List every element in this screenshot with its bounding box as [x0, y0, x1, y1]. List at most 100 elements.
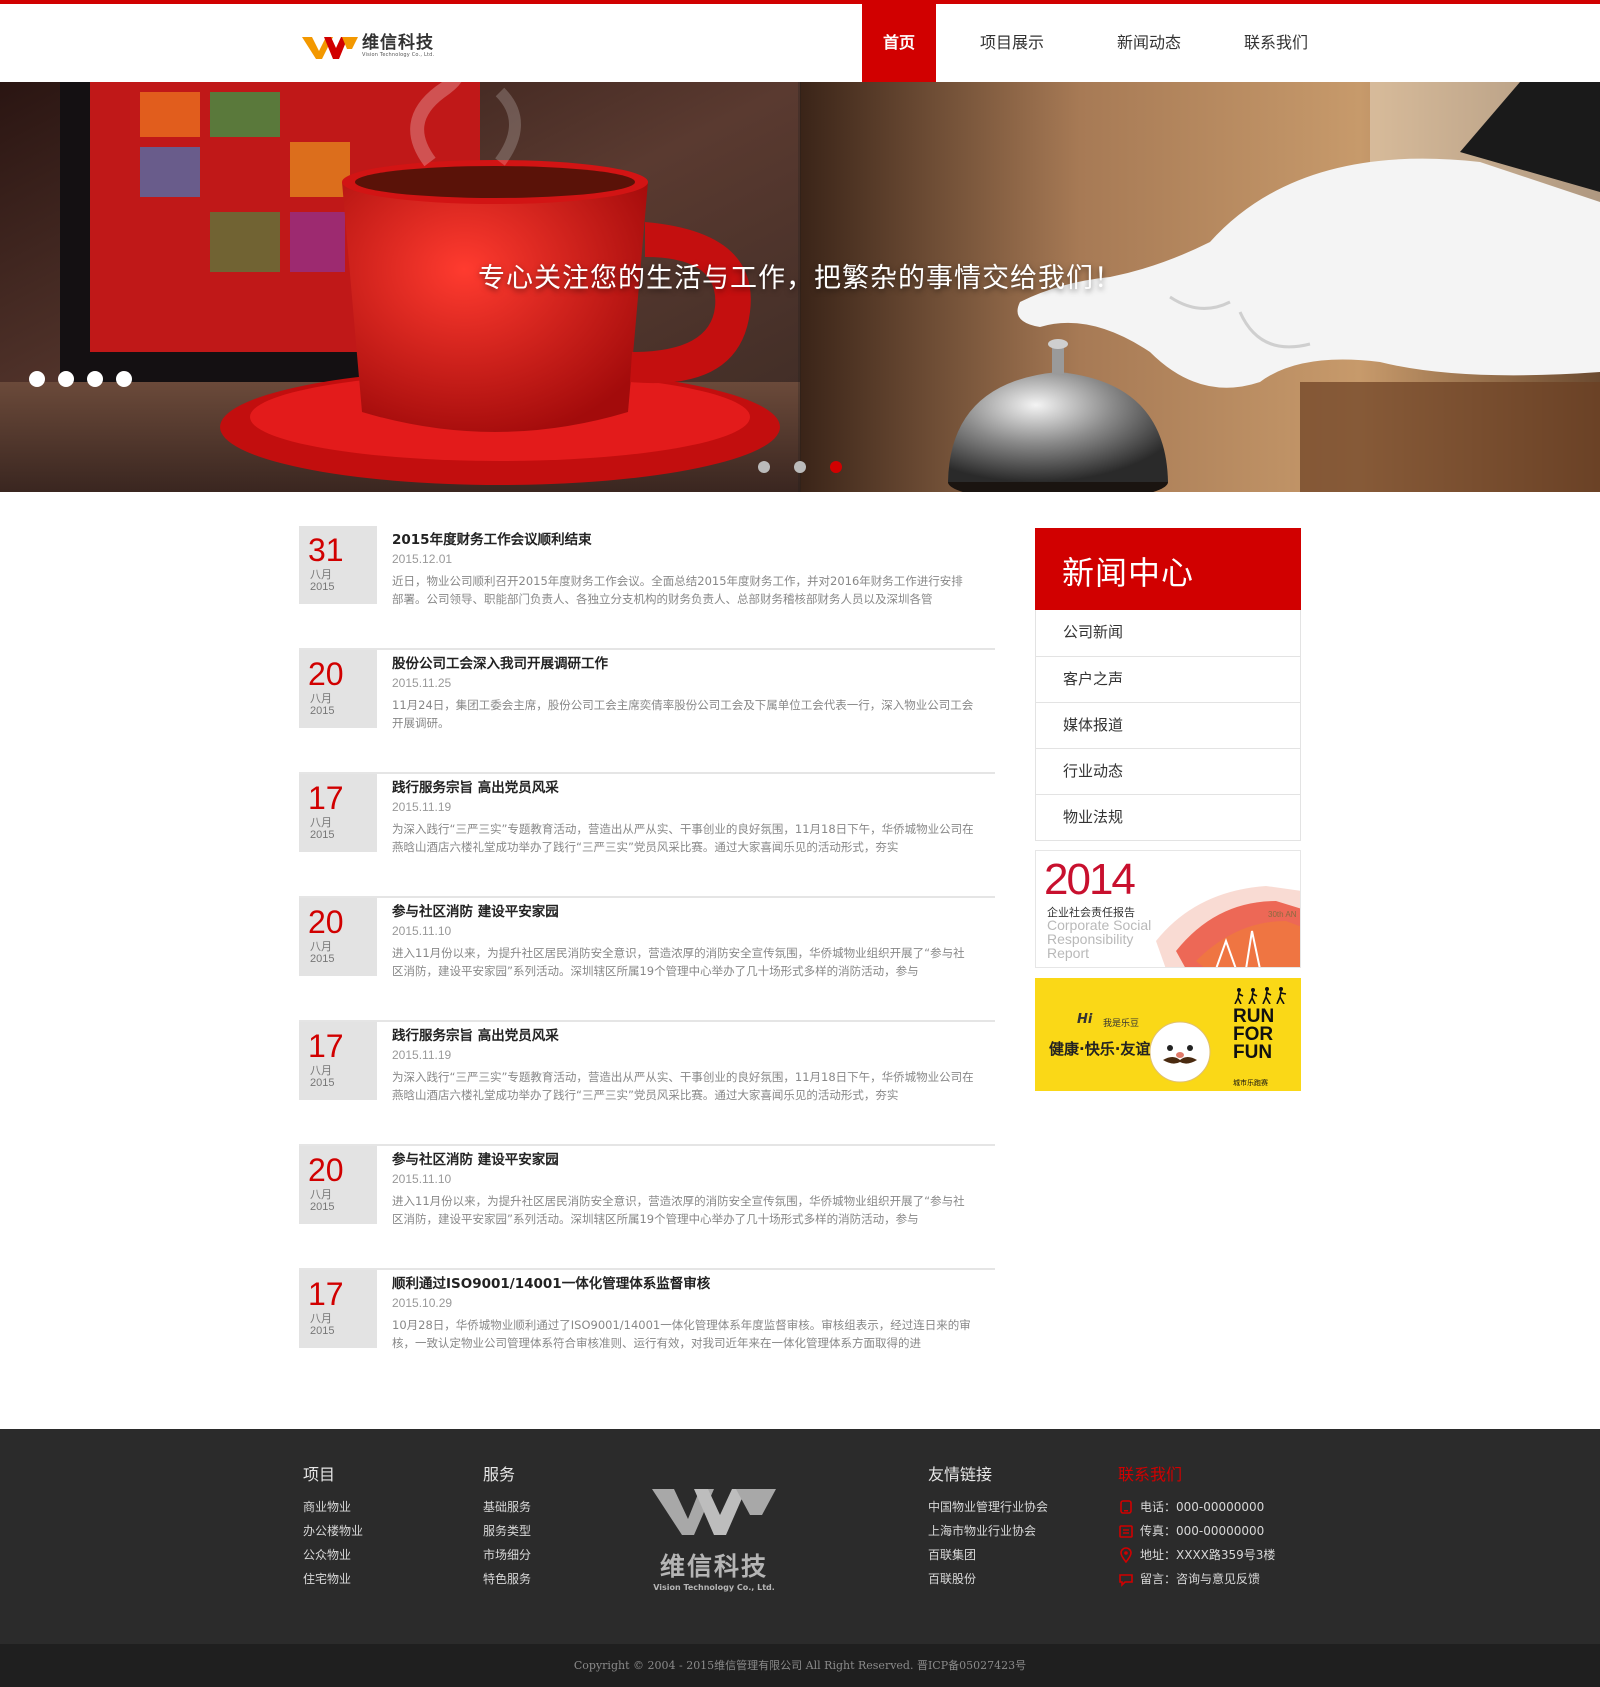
category-company-news[interactable]: 公司新闻	[1036, 610, 1300, 656]
runner-silhouettes-icon	[1234, 987, 1287, 1004]
csr-tag: 30th AN	[1268, 910, 1297, 919]
news-month: 八月	[310, 568, 332, 581]
news-day: 17	[308, 1028, 344, 1064]
footer-link[interactable]: 市场细分	[483, 1543, 531, 1567]
news-year: 2015	[310, 1077, 335, 1089]
news-summary: 11月24日，集团工委会主席，股份公司工会主席奕倩率股份公司工会及下属单位工会代…	[392, 698, 974, 730]
news-item[interactable]: 20 八月 2015 参与社区消防 建设平安家园 2015.11.10 进入11…	[299, 898, 995, 1022]
copyright-bar: Copyright © 2004 - 2015维信管理有限公司 All Righ…	[0, 1644, 1600, 1687]
news-title[interactable]: 2015年度财务工作会议顺利结束	[392, 528, 592, 548]
news-center-title: 新闻中心	[1062, 554, 1195, 592]
news-date: 2015.11.19	[392, 1048, 452, 1062]
nav-news[interactable]: 新闻动态	[1088, 4, 1210, 82]
footer-link[interactable]: 住宅物业	[303, 1567, 363, 1591]
csr-report-art: 30th AN	[1156, 886, 1300, 967]
news-item[interactable]: 17 八月 2015 践行服务宗旨 高出党员风采 2015.11.19 为深入践…	[299, 1022, 995, 1146]
footer-logo: 维信科技 Vision Technology Co., Ltd.	[650, 1485, 778, 1592]
category-industry-news[interactable]: 行业动态	[1036, 748, 1300, 794]
footer-link[interactable]: 百联股份	[928, 1567, 1048, 1591]
nav-home[interactable]: 首页	[862, 4, 936, 82]
news-summary: 近日，物业公司顺利召开2015年度财务工作会议。全面总结2015年度财务工作，并…	[392, 574, 963, 606]
news-date-box: 17 八月 2015	[299, 1270, 377, 1348]
nav-projects[interactable]: 项目展示	[936, 4, 1088, 82]
csr-report-banner[interactable]: 30th AN 2014 企业社会责任报告 Corporate Social R…	[1035, 850, 1301, 968]
news-date-box: 31 八月 2015	[299, 526, 377, 604]
news-item[interactable]: 31 八月 2015 2015年度财务工作会议顺利结束 2015.12.01 近…	[299, 526, 995, 650]
footer-projects-title: 项目	[303, 1465, 336, 1484]
hero-banner: 专心关注您的生活与工作，把繁杂的事情交给我们！	[0, 82, 1600, 492]
slider-dot-1[interactable]	[29, 371, 45, 387]
news-day: 20	[308, 904, 344, 940]
footer-contact-title: 联系我们	[1118, 1465, 1183, 1484]
footer-link[interactable]: 办公楼物业	[303, 1519, 363, 1543]
news-title[interactable]: 践行服务宗旨 高出党员风采	[392, 1024, 559, 1044]
footer-link[interactable]: 基础服务	[483, 1495, 531, 1519]
footer-fax-text: 传真：000-00000000	[1140, 1524, 1265, 1538]
news-category-menu: 公司新闻 客户之声 媒体报道 行业动态 物业法规	[1035, 610, 1301, 841]
news-year: 2015	[310, 1325, 335, 1337]
news-item[interactable]: 17 八月 2015 践行服务宗旨 高出党员风采 2015.11.19 为深入践…	[299, 774, 995, 898]
footer-link[interactable]: 上海市物业行业协会	[928, 1519, 1048, 1543]
logo-name-en: Vision Technology Co., Ltd.	[362, 51, 435, 58]
category-customer-voice[interactable]: 客户之声	[1036, 656, 1300, 702]
slider-dot-3[interactable]	[87, 371, 103, 387]
news-summary: 10月28日，华侨城物业顺利通过了ISO9001/14001一体化管理体系年度监…	[392, 1318, 971, 1350]
news-date: 2015.10.29	[392, 1296, 453, 1310]
nav-contact[interactable]: 联系我们	[1210, 4, 1342, 82]
csr-year: 2014	[1044, 855, 1136, 904]
news-title[interactable]: 股份公司工会深入我司开展调研工作	[392, 652, 608, 672]
news-center-header: 新闻中心	[1035, 528, 1301, 610]
run-for-fun-logo: RUN FOR FUN	[1233, 1007, 1274, 1062]
phone-icon	[1120, 1500, 1132, 1514]
news-year: 2015	[310, 829, 335, 841]
news-month: 八月	[310, 1312, 332, 1325]
run-mascot-name: 我是乐豆	[1103, 1019, 1140, 1029]
footer-link[interactable]: 中国物业管理行业协会	[928, 1495, 1048, 1519]
news-item[interactable]: 17 八月 2015 顺利通过ISO9001/14001一体化管理体系监督审核 …	[299, 1270, 995, 1394]
run-for-fun-banner[interactable]: Hi 我是乐豆 健康·快乐·友谊 RUN FOR FUN 城市乐跑赛	[1035, 978, 1301, 1091]
news-item[interactable]: 20 八月 2015 参与社区消防 建设平安家园 2015.11.10 进入11…	[299, 1146, 995, 1270]
footer-logo-cn: 维信科技	[659, 1552, 768, 1581]
footer-link[interactable]: 商业物业	[303, 1495, 363, 1519]
news-date: 2015.11.10	[392, 924, 452, 938]
news-day: 20	[308, 1152, 344, 1188]
footer-phone: 电话：000-00000000	[1118, 1495, 1275, 1519]
category-media-reports[interactable]: 媒体报道	[1036, 702, 1300, 748]
news-title[interactable]: 践行服务宗旨 高出党员风采	[392, 776, 559, 796]
slider-dot-4[interactable]	[116, 371, 132, 387]
logo-mark-icon	[302, 37, 358, 59]
news-date-box: 20 八月 2015	[299, 650, 377, 728]
slider-dot-2[interactable]	[58, 371, 74, 387]
footer-link[interactable]: 服务类型	[483, 1519, 531, 1543]
news-date: 2015.12.01	[392, 552, 453, 566]
carousel-dot-3-active[interactable]	[830, 461, 842, 473]
news-month: 八月	[310, 816, 332, 829]
news-date: 2015.11.19	[392, 800, 452, 814]
news-day: 17	[308, 780, 344, 816]
footer-projects-column: 项目 商业物业 办公楼物业 公众物业 住宅物业	[303, 1461, 363, 1591]
news-title[interactable]: 参与社区消防 建设平安家园	[392, 900, 559, 920]
footer-message[interactable]: 留言：咨询与意见反馈	[1118, 1567, 1275, 1591]
location-icon	[1120, 1547, 1132, 1563]
category-property-law[interactable]: 物业法规	[1036, 794, 1300, 840]
run-slogan: 健康·快乐·友谊	[1049, 1040, 1151, 1058]
news-title[interactable]: 顺利通过ISO9001/14001一体化管理体系监督审核	[392, 1272, 710, 1292]
carousel-dot-2[interactable]	[794, 461, 806, 473]
carousel-dot-1[interactable]	[758, 461, 770, 473]
news-month: 八月	[310, 940, 332, 953]
footer-link[interactable]: 公众物业	[303, 1543, 363, 1567]
news-year: 2015	[310, 581, 335, 593]
message-icon	[1119, 1574, 1133, 1587]
news-date-box: 17 八月 2015	[299, 1022, 377, 1100]
run-hi: Hi	[1077, 1012, 1093, 1027]
news-title[interactable]: 参与社区消防 建设平安家园	[392, 1148, 559, 1168]
run-subtitle: 城市乐跑赛	[1233, 1079, 1268, 1087]
site-logo[interactable]: 维信科技 Vision Technology Co., Ltd.	[302, 28, 447, 64]
footer-link[interactable]: 百联集团	[928, 1543, 1048, 1567]
news-year: 2015	[310, 705, 335, 717]
news-month: 八月	[310, 692, 332, 705]
footer-link[interactable]: 特色服务	[483, 1567, 531, 1591]
news-year: 2015	[310, 1201, 335, 1213]
news-summary: 为深入践行“三严三实”专题教育活动，营造出从严从实、干事创业的良好氛围，11月1…	[392, 822, 974, 854]
news-item[interactable]: 20 八月 2015 股份公司工会深入我司开展调研工作 2015.11.25 1…	[299, 650, 995, 774]
